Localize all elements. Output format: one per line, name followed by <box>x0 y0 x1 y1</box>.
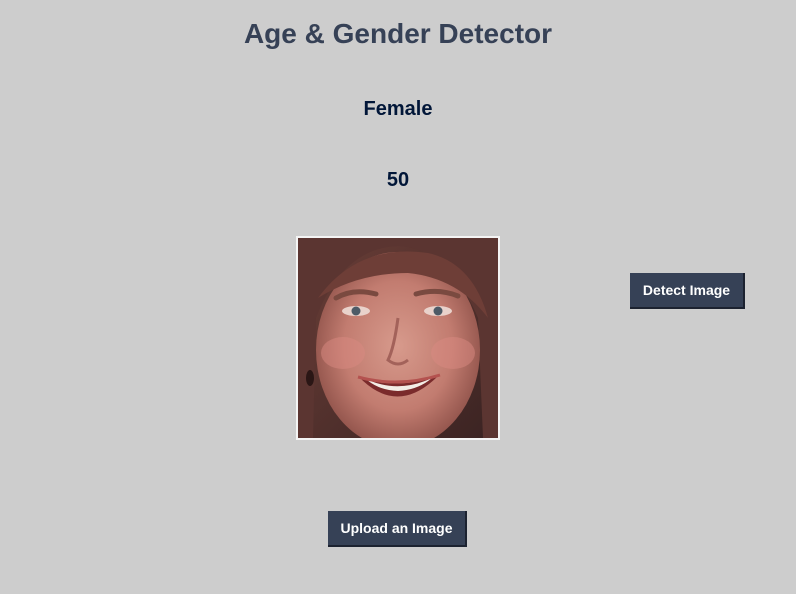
uploaded-image <box>296 236 500 440</box>
detect-image-button[interactable]: Detect Image <box>630 273 745 309</box>
gender-label: Female <box>363 98 433 120</box>
face-photo <box>298 238 498 438</box>
page-title: Age & Gender Detector <box>243 18 553 49</box>
upload-image-button[interactable]: Upload an Image <box>328 511 467 547</box>
age-label: 50 <box>386 169 410 191</box>
